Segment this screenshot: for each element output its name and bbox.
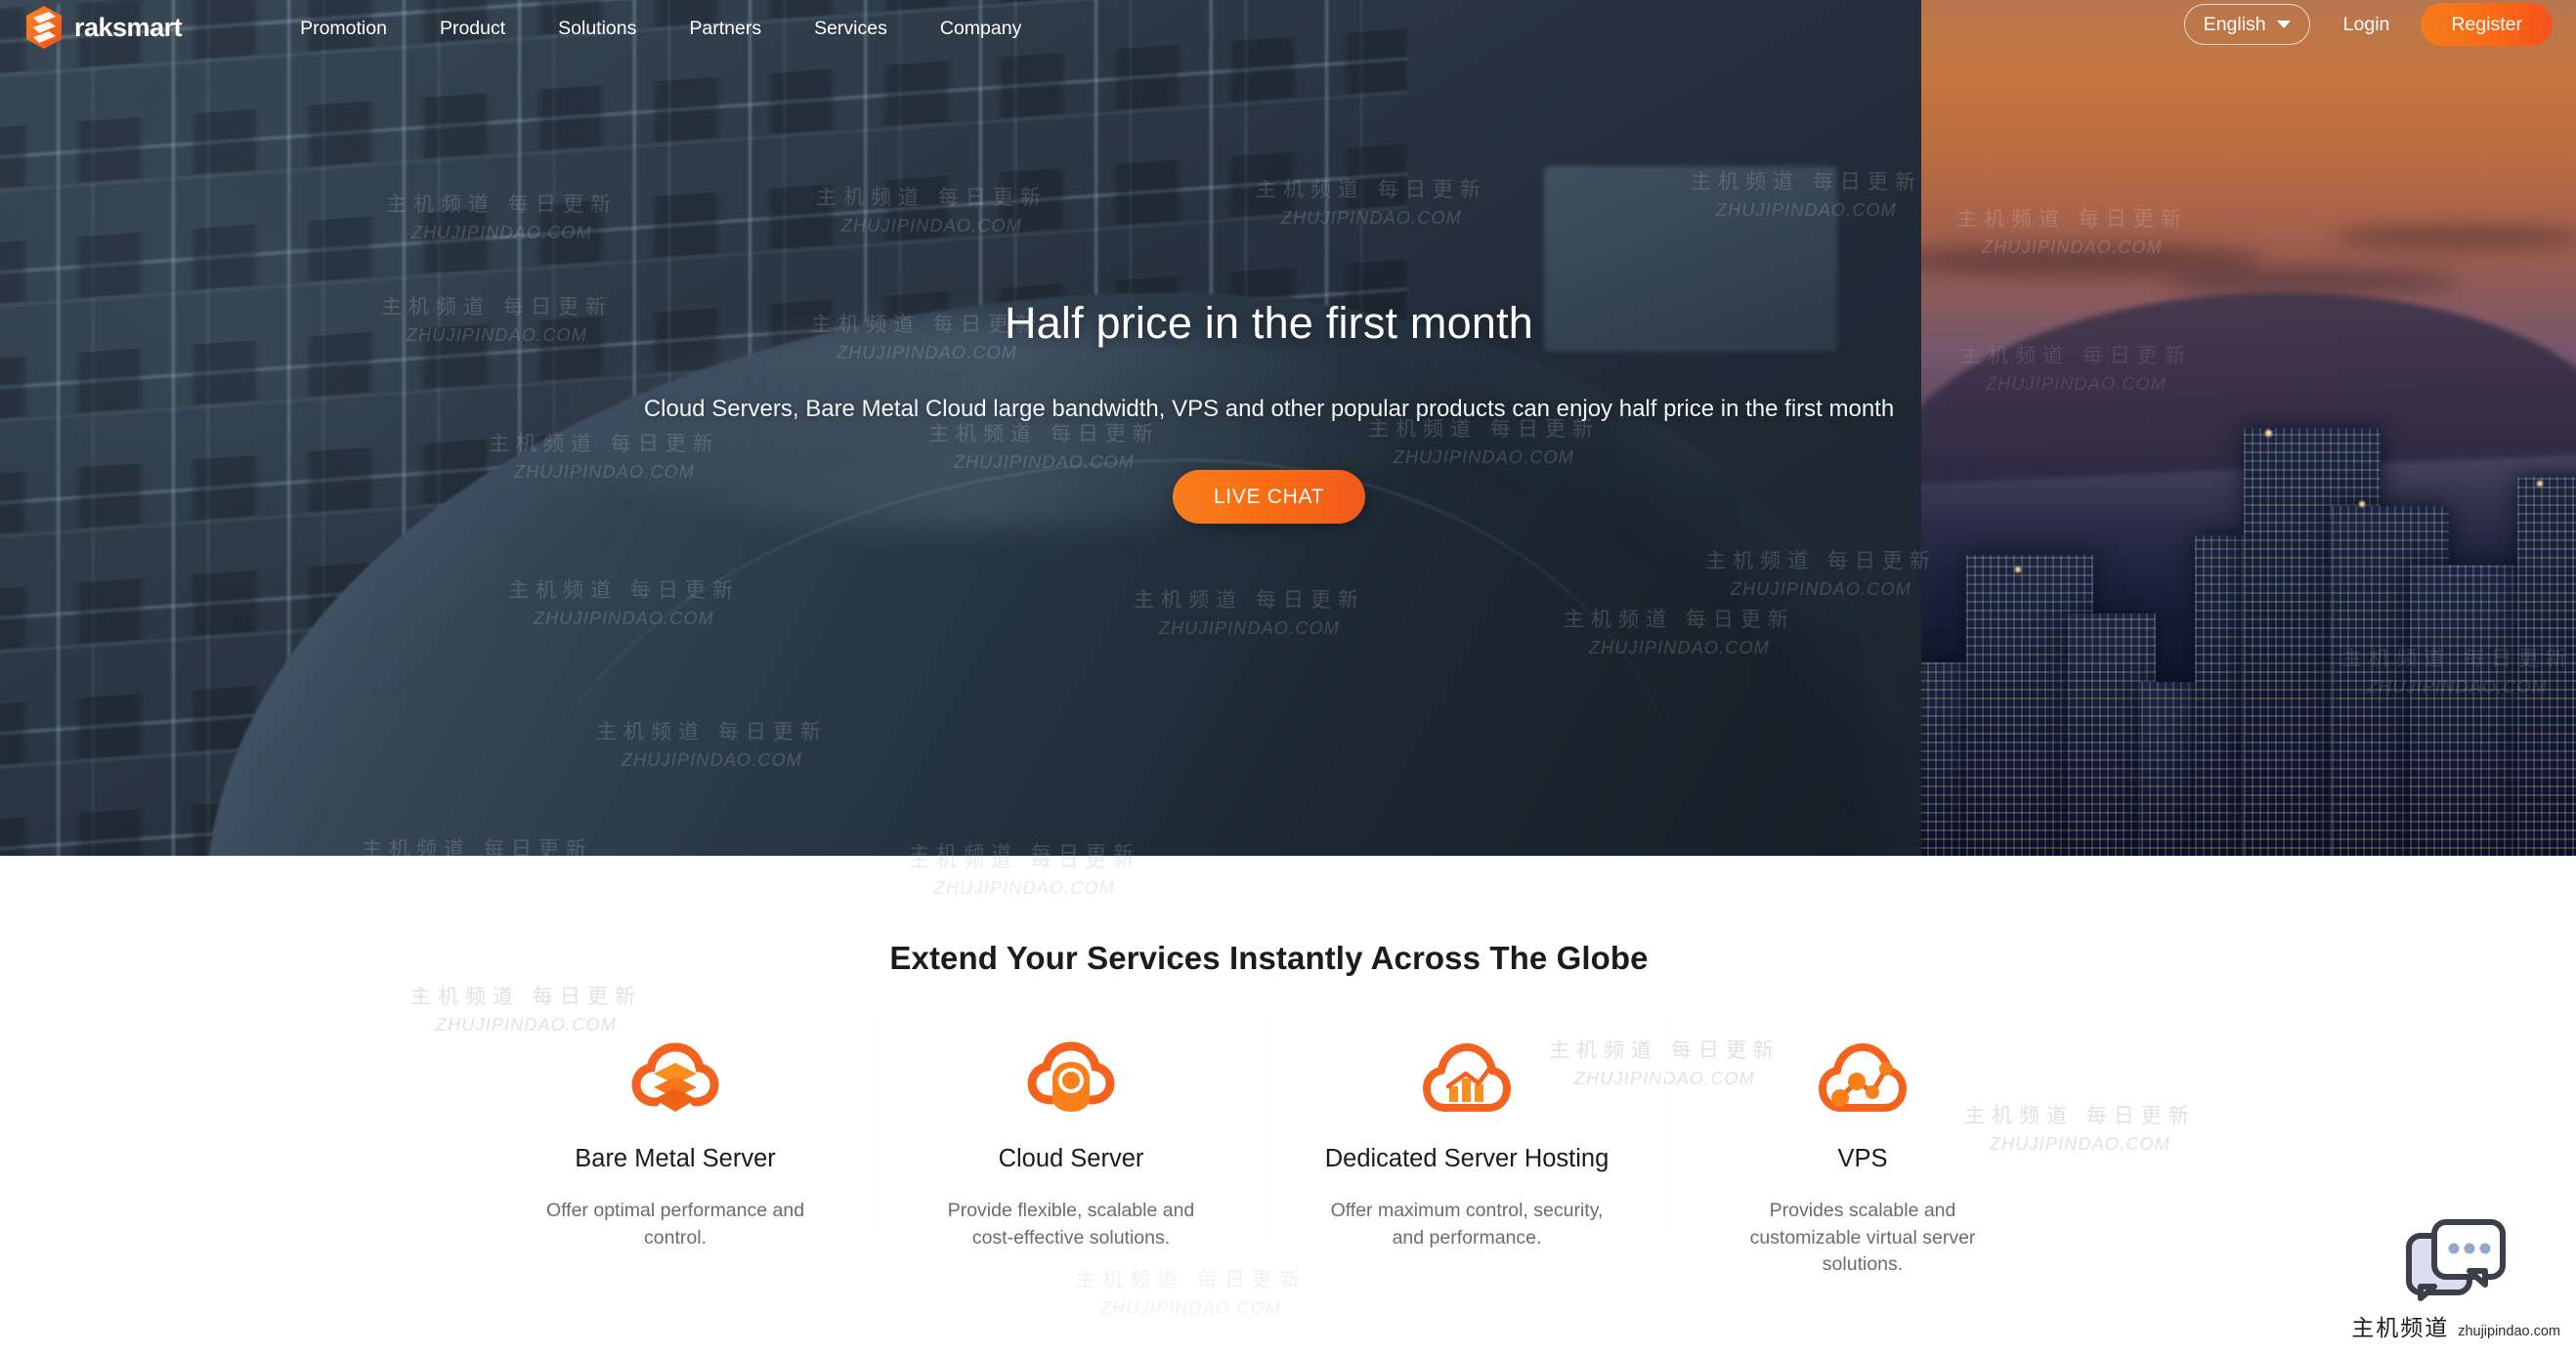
language-selector-label: English (2203, 13, 2266, 35)
service-card-cloud-server[interactable]: Cloud Server Provide flexible, scalable … (873, 1015, 1269, 1279)
chat-widget-caption: 主机频道 zhujipindao.com (2351, 1309, 2560, 1342)
cloud-chart-icon (1423, 1043, 1511, 1112)
service-card-description: Offer maximum control, security, and per… (1330, 1200, 1604, 1248)
building-silhouette (2517, 477, 2576, 856)
rooftop-light (2359, 501, 2365, 507)
chevron-down-icon (2276, 21, 2291, 28)
service-card-description: Offer optimal performance and control. (545, 1200, 805, 1248)
service-card-title: Dedicated Server Hosting (1324, 1145, 1610, 1172)
nav-item-solutions[interactable]: Solutions (532, 18, 663, 40)
nav-item-partners[interactable]: Partners (663, 18, 788, 40)
cloud-decoration (2166, 269, 2459, 294)
chat-widget-caption-cn: 主机频道 (2351, 1315, 2450, 1340)
login-link[interactable]: Login (2343, 14, 2390, 36)
service-card-description: Provides scalable and customizable virtu… (1749, 1200, 1976, 1276)
services-card-grid: Bare Metal Server Offer optimal performa… (0, 1015, 2538, 1279)
services-section: 主机频道 每日更新 ZHUJIPINDAO.COM 主机频道 每日更新 ZHUJIP… (0, 856, 2576, 1354)
service-card-title: Bare Metal Server (575, 1145, 776, 1172)
chat-widget[interactable]: 主机频道 zhujipindao.com (2351, 1214, 2560, 1342)
service-card-title: Cloud Server (998, 1145, 1144, 1172)
services-heading: Extend Your Services Instantly Across Th… (889, 940, 1649, 976)
chat-bubbles-icon (2406, 1219, 2507, 1301)
brand-logo[interactable]: raksmart (23, 5, 183, 50)
hero-background-image-left (0, 0, 1921, 856)
brand-name: raksmart (74, 12, 183, 42)
nav-right-actions: English Login Register (2183, 3, 2553, 46)
rooftop-light (2015, 567, 2021, 572)
floating-slab-decoration (1544, 166, 1837, 352)
service-card-bare-metal-server[interactable]: Bare Metal Server Offer optimal performa… (478, 1041, 874, 1279)
service-card-description: Provide flexible, scalable and cost-effe… (947, 1200, 1195, 1248)
register-button[interactable]: Register (2421, 3, 2553, 46)
nav-item-services[interactable]: Services (788, 18, 914, 40)
hero-background-image-right: 主机频道 每日更新 ZHUJIPINDAO.COM 主机频道 每日更新 ZHUJ… (1921, 0, 2576, 856)
hero-section: 主机频道 每日更新 ZHUJIPINDAO.COM 主机频道 每日更新 ZHUJ… (0, 0, 2576, 856)
main-nav-links: Promotion Product Solutions Partners Ser… (274, 18, 1048, 40)
cloud-decoration (2332, 227, 2576, 248)
language-selector[interactable]: English (2183, 4, 2310, 45)
cloud-network-icon (1819, 1043, 1907, 1112)
nav-item-product[interactable]: Product (413, 18, 532, 40)
service-card-dedicated-server-hosting[interactable]: Dedicated Server Hosting Offer maximum c… (1268, 1015, 1665, 1279)
rooftop-light (2537, 481, 2543, 487)
cloud-server-stack-icon (631, 1042, 719, 1112)
building-silhouette (2195, 535, 2250, 856)
rooftop-light (2265, 430, 2272, 437)
live-chat-button[interactable]: LIVE CHAT (1172, 470, 1366, 524)
service-card-title: VPS (1837, 1145, 1888, 1172)
top-navigation-bar: raksmart Promotion Product Solutions Par… (0, 0, 2576, 57)
nav-item-company[interactable]: Company (914, 18, 1048, 40)
cloud-user-icon (1027, 1041, 1115, 1112)
service-card-vps[interactable]: VPS Provides scalable and customizable v… (1664, 1015, 2061, 1279)
nav-item-promotion[interactable]: Promotion (274, 18, 413, 40)
raksmart-hexagon-logo-icon (26, 6, 62, 49)
chat-widget-caption-en: zhujipindao.com (2458, 1324, 2560, 1339)
watermark: 主机频道 每日更新ZHUJIPINDAO.COM (410, 986, 642, 1036)
watermark: 主机频道 每日更新ZHUJIPINDAO.COM (909, 856, 1140, 899)
